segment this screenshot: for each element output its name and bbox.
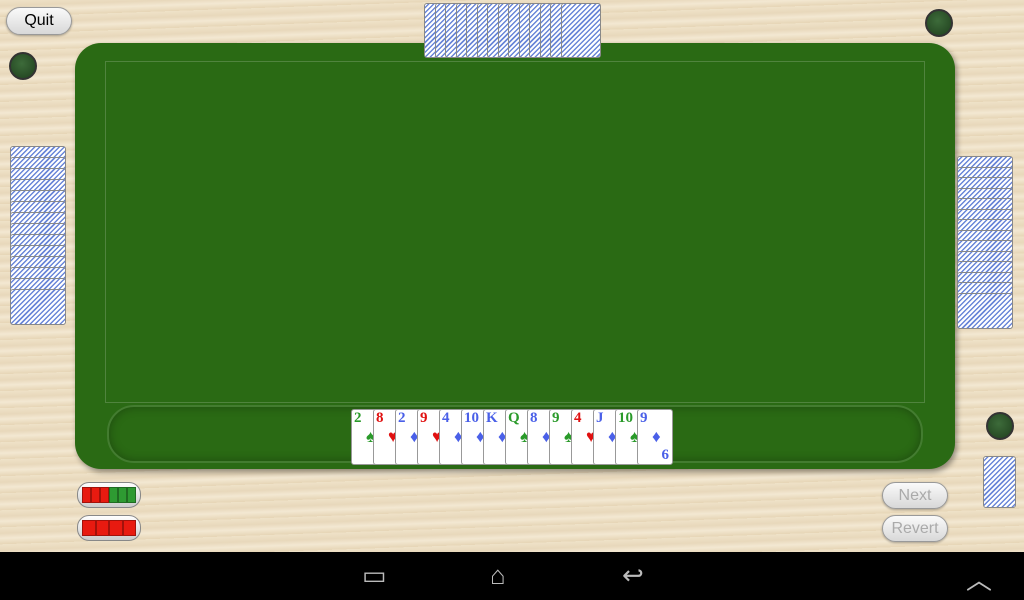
card-back: [10, 289, 66, 325]
home-icon[interactable]: ⌂: [490, 560, 506, 591]
playing-card[interactable]: 9 ♦ 6: [637, 409, 673, 465]
card-rank: J: [596, 410, 604, 426]
player-indicator-top: [925, 9, 953, 37]
draw-pile[interactable]: [983, 456, 1016, 508]
score-meter-2: [77, 515, 141, 541]
card-back: [957, 292, 1013, 329]
meter-segment: [118, 487, 127, 503]
player-indicator-bottom: [986, 412, 1014, 440]
system-nav-bar: ▭ ⌂ ↩ ︿: [0, 552, 1024, 600]
meter-segment: [109, 520, 123, 536]
meter-segment: [95, 520, 109, 536]
card-rank: 4: [442, 410, 450, 426]
card-rank-bottom: 6: [661, 447, 670, 463]
card-rank: K: [486, 410, 498, 426]
card-rank: 8: [530, 410, 538, 426]
next-button[interactable]: Next: [882, 482, 948, 509]
recents-icon[interactable]: ▭: [362, 560, 387, 591]
meter-segment: [109, 487, 118, 503]
card-rank: Q: [508, 410, 520, 426]
card-rank: 4: [574, 410, 582, 426]
revert-button[interactable]: Revert: [882, 515, 948, 542]
meter-segment: [91, 487, 100, 503]
quit-button[interactable]: Quit: [6, 7, 72, 35]
meter-segment: [122, 520, 136, 536]
card-rank: 2: [398, 410, 406, 426]
back-icon[interactable]: ↩: [622, 560, 644, 591]
meter-segment: [100, 487, 109, 503]
meter-segment: [127, 487, 136, 503]
card-rank: 9: [552, 410, 560, 426]
meter-segment: [82, 487, 91, 503]
card-rank: 10: [618, 410, 633, 426]
play-area[interactable]: [105, 61, 925, 403]
card-back: [560, 3, 601, 58]
card-rank: 9: [420, 410, 428, 426]
player-indicator-left: [9, 52, 37, 80]
score-meter-1: [77, 482, 141, 508]
card-rank: 8: [376, 410, 384, 426]
card-table: [75, 43, 955, 469]
diamonds-icon: ♦: [652, 427, 661, 446]
card-rank: 2: [354, 410, 362, 426]
card-rank: 9: [640, 410, 648, 426]
card-rank: 10: [464, 410, 479, 426]
meter-segment: [82, 520, 96, 536]
chevron-up-icon[interactable]: ︿: [966, 560, 992, 597]
